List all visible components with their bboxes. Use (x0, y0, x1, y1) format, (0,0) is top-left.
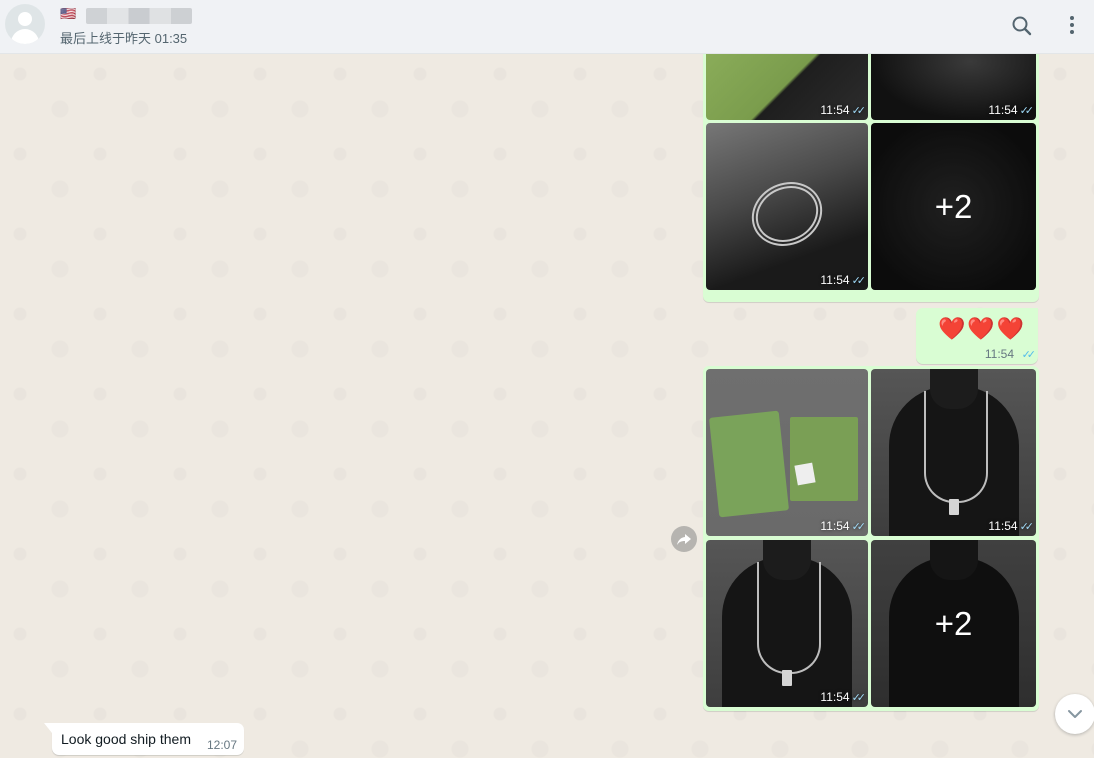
more-photos-count: +2 (871, 540, 1036, 707)
album-photo[interactable]: 11:54 ✓✓ (706, 540, 868, 707)
message-timestamp: 11:54 (984, 347, 1014, 361)
chat-header: 🇺🇸 最后上线于昨天 01:35 (0, 0, 1094, 54)
scroll-to-bottom-button[interactable] (1055, 694, 1094, 734)
jewelry-box-graphic (790, 417, 858, 501)
photo-timestamp: 11:54 ✓✓ (820, 690, 867, 704)
read-ticks-icon: ✓✓ (851, 692, 867, 704)
read-ticks-icon: ✓✓ (1021, 349, 1037, 361)
read-ticks-icon: ✓✓ (1019, 521, 1035, 533)
flag-icon: 🇺🇸 (60, 6, 77, 21)
avatar-body-shape (11, 29, 39, 44)
shopping-bag-graphic (708, 410, 790, 518)
read-ticks-icon: ✓✓ (851, 275, 867, 287)
album-photo[interactable]: 11:54 ✓✓ (871, 54, 1036, 120)
pendant-graphic (782, 670, 792, 686)
album-photo[interactable]: 11:54 ✓✓ (706, 369, 868, 536)
read-ticks-icon: ✓✓ (1019, 105, 1035, 117)
menu-dots-icon[interactable] (1058, 12, 1086, 40)
chevron-down-icon (1068, 710, 1082, 718)
contact-avatar[interactable] (5, 4, 45, 44)
last-seen-status: 最后上线于昨天 01:35 (60, 31, 188, 46)
incoming-message[interactable]: Look good ship them 12:07 (44, 723, 244, 755)
forward-button[interactable] (671, 526, 697, 552)
album-more-photos[interactable]: +2 (871, 540, 1036, 707)
search-icon[interactable] (1008, 12, 1036, 40)
photo-album-2[interactable]: 11:54 ✓✓ 11:54 ✓✓ 11:54 ✓✓ +2 (703, 366, 1039, 711)
avatar-head-shape (18, 12, 32, 26)
message-text: ❤️❤️❤️ (938, 316, 1027, 341)
pendant-graphic (948, 499, 959, 515)
read-ticks-icon: ✓✓ (851, 521, 867, 533)
tag-graphic (794, 462, 816, 486)
contact-name-redacted[interactable] (86, 8, 192, 24)
necklace-chain-graphic (757, 562, 821, 674)
album-photo[interactable]: 11:54 ✓✓ (706, 123, 868, 290)
album-more-photos[interactable]: +2 (871, 123, 1036, 290)
album-photo[interactable]: 11:54 ✓✓ (706, 54, 868, 120)
more-photos-count: +2 (871, 123, 1036, 290)
necklace-chain-graphic (923, 391, 988, 503)
photo-album-1[interactable]: 11:54 ✓✓ 11:54 ✓✓ 11:54 ✓✓ +2 (703, 54, 1039, 302)
photo-timestamp: 11:54 ✓✓ (988, 103, 1035, 117)
ring-graphic (741, 170, 833, 258)
message-text: Look good ship them (61, 731, 191, 747)
photo-timestamp: 11:54 ✓✓ (820, 273, 867, 287)
read-ticks-icon: ✓✓ (851, 105, 867, 117)
outgoing-message[interactable]: ❤️❤️❤️ 11:54 ✓✓ (916, 308, 1038, 364)
forward-arrow-icon (677, 534, 691, 545)
chat-panel[interactable]: 11:54 ✓✓ 11:54 ✓✓ 11:54 ✓✓ +2 ❤️❤️❤️ 11:54 … (0, 54, 1094, 758)
message-timestamp: 12:07 (206, 738, 237, 752)
album-photo[interactable]: 11:54 ✓✓ (871, 369, 1036, 536)
photo-timestamp: 11:54 ✓✓ (988, 519, 1035, 533)
photo-timestamp: 11:54 ✓✓ (820, 103, 867, 117)
photo-timestamp: 11:54 ✓✓ (820, 519, 867, 533)
